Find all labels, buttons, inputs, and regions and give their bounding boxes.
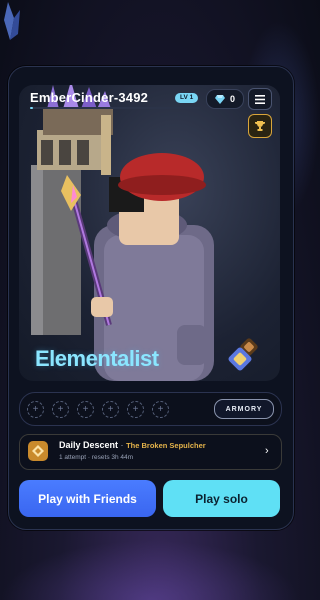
loadout-slot[interactable]: +	[52, 401, 69, 418]
loadout-slot[interactable]: +	[127, 401, 144, 418]
class-name: Elementalist	[35, 346, 159, 371]
armory-button[interactable]: ARMORY	[214, 399, 274, 419]
diamond-icon	[214, 94, 225, 104]
daily-separator: ·	[120, 440, 124, 450]
daily-dungeon-name: The Broken Sepulcher	[126, 441, 206, 450]
menu-icon	[255, 94, 265, 104]
gem-count: 0	[229, 94, 235, 104]
daily-title-text: Daily Descent	[59, 440, 119, 450]
play-solo-button[interactable]: Play solo	[163, 480, 280, 517]
trophy-button[interactable]	[248, 114, 272, 138]
daily-descent-icon	[28, 441, 48, 461]
loadout-slot[interactable]: +	[102, 401, 119, 418]
loadout-slot[interactable]: +	[152, 401, 169, 418]
player-name: EmberCinder-3492	[30, 90, 149, 105]
trophy-icon	[255, 121, 265, 131]
daily-descent-title: Daily Descent · The Broken Sepulcher	[59, 440, 206, 450]
background-crystal	[4, 2, 20, 40]
level-badge: LV 1	[175, 93, 199, 103]
xp-progress-fill	[30, 107, 34, 109]
menu-button[interactable]	[248, 88, 272, 110]
xp-progress-bar	[30, 107, 200, 109]
chevron-right-icon[interactable]: ›	[265, 445, 269, 457]
elementalist-emblem-icon[interactable]	[226, 336, 262, 372]
floor-glow	[0, 540, 300, 600]
gem-counter[interactable]: 0	[206, 89, 244, 109]
play-with-friends-button[interactable]: Play with Friends	[19, 480, 156, 517]
daily-descent-meta: 1 attempt · resets 3h 44m	[59, 454, 134, 461]
loadout-slot[interactable]: +	[27, 401, 44, 418]
loadout-slot[interactable]: +	[77, 401, 94, 418]
